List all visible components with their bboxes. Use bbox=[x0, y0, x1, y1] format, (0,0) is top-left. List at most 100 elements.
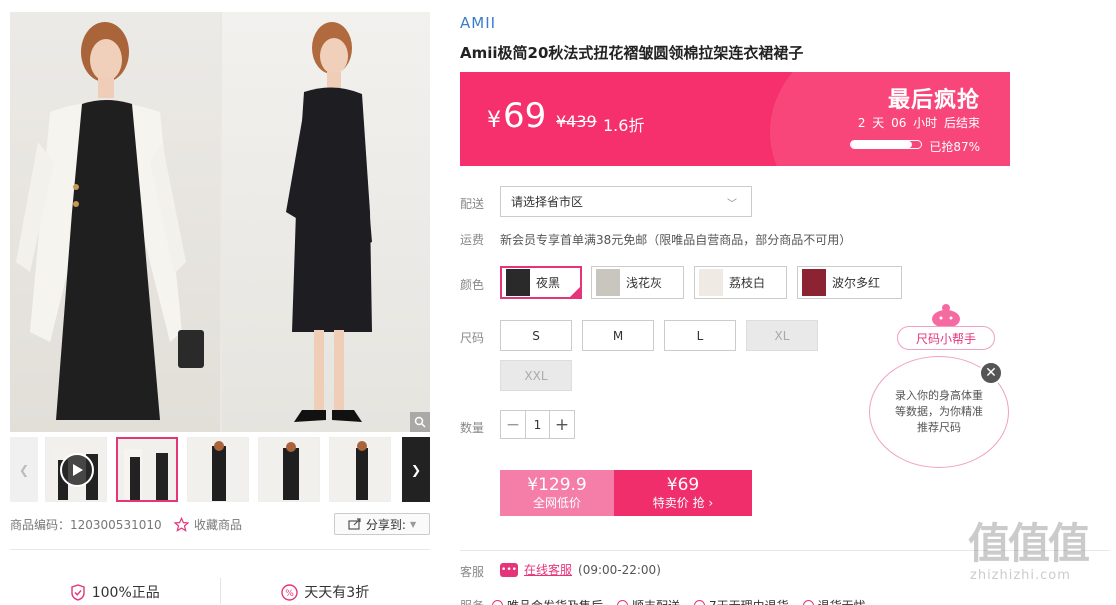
favorite-button[interactable]: 收藏商品 bbox=[174, 512, 242, 536]
quantity-stepper: − 1 + bbox=[500, 410, 575, 439]
shield-check-icon bbox=[71, 583, 85, 601]
region-select[interactable]: 请选择省市区 ﹀ bbox=[500, 186, 752, 217]
quantity-increase-button[interactable]: + bbox=[550, 411, 574, 438]
chevron-right-icon: ❯ bbox=[410, 462, 422, 477]
selected-check-icon bbox=[569, 286, 581, 298]
check-circle-icon bbox=[694, 600, 706, 605]
play-video-icon[interactable] bbox=[60, 453, 94, 487]
thumbnail-item[interactable] bbox=[116, 437, 178, 502]
zoom-icon[interactable] bbox=[410, 412, 430, 432]
size-helper-text: 录入你的身高体重等数据，为你精准推荐尺码 bbox=[895, 389, 983, 434]
color-swatch bbox=[596, 269, 620, 296]
product-photo-blazer-look bbox=[10, 12, 220, 432]
thumbnail-item[interactable] bbox=[187, 437, 249, 502]
size-option-s[interactable]: S bbox=[500, 320, 572, 351]
size-helper-tag[interactable]: 尺码小帮手 bbox=[897, 326, 995, 350]
guarantee-item: 7天无理由退货 bbox=[694, 597, 789, 605]
site-watermark: 值值值 zhizhizhi.com bbox=[968, 520, 1108, 600]
customer-service-row: ••• 在线客服 (09:00-22:00) bbox=[500, 561, 661, 578]
check-circle-icon bbox=[802, 600, 814, 605]
region-select-value: 请选择省市区 bbox=[511, 195, 584, 209]
watermark-logo: 值值值 bbox=[968, 519, 1090, 568]
badge-discount-label: 天天有3折 bbox=[304, 585, 370, 601]
service-hours: (09:00-22:00) bbox=[578, 562, 661, 577]
sale-price-value: 69 bbox=[503, 96, 547, 136]
check-circle-icon bbox=[492, 600, 503, 605]
product-photo-side-look bbox=[222, 12, 430, 432]
delivery-label: 配送 bbox=[460, 197, 485, 211]
svg-text:%: % bbox=[286, 589, 295, 599]
color-swatch bbox=[699, 269, 723, 296]
check-circle-icon bbox=[617, 600, 629, 605]
badge-genuine: 100%正品 bbox=[10, 578, 220, 605]
divider bbox=[10, 549, 430, 550]
color-option-bordeaux-red[interactable]: 波尔多红 bbox=[797, 266, 902, 299]
product-meta-row: 商品编码：120300531010 收藏商品 分享到: ▼ bbox=[10, 512, 430, 536]
size-option-m[interactable]: M bbox=[582, 320, 654, 351]
flash-sale-banner: ¥ 69 ¥439 1.6折 最后疯抢 2 天 06 小时 后结束 已抢87% bbox=[460, 72, 1010, 166]
helper-mascot-icon bbox=[932, 304, 960, 327]
thumbnail-item[interactable] bbox=[258, 437, 320, 502]
thumbnail-next-button[interactable]: ❯ bbox=[402, 437, 430, 502]
badge-discount: % 天天有3折 bbox=[221, 578, 431, 605]
thumbnail-video[interactable] bbox=[45, 437, 107, 502]
badge-genuine-label: 100%正品 bbox=[91, 585, 160, 601]
countdown-timer: 2 天 06 小时 后结束 bbox=[857, 116, 980, 130]
sku-code: 商品编码：120300531010 bbox=[10, 517, 162, 532]
buy-now-price: ¥69 bbox=[666, 475, 700, 495]
thumbnail-strip: ❮ ❯ bbox=[10, 437, 430, 502]
chat-icon: ••• bbox=[500, 562, 518, 577]
color-option-lychee-white[interactable]: 荔枝白 bbox=[694, 266, 787, 299]
brand-link[interactable]: AMII bbox=[460, 14, 496, 32]
flash-sale-title: 最后疯抢 bbox=[887, 88, 980, 113]
thumbnail-item[interactable] bbox=[329, 437, 391, 502]
thumbnail-prev-button[interactable]: ❮ bbox=[10, 437, 38, 502]
service-label: 客服 bbox=[460, 565, 485, 579]
watermark-site: zhizhizhi.com bbox=[970, 568, 1071, 583]
star-icon bbox=[174, 516, 189, 532]
sold-percent: 已抢87% bbox=[929, 140, 980, 154]
service-guarantees: 唯品会发货及售后 顺丰配送 7天无理由退货 退货无忧 bbox=[492, 597, 866, 605]
color-label: 颜色 bbox=[460, 278, 485, 292]
product-title: Amii极简20秋法式扭花褶皱圆领棉拉架连衣裙裙子 bbox=[460, 44, 804, 62]
color-option-label: 浅花灰 bbox=[626, 276, 663, 290]
share-icon bbox=[348, 518, 361, 530]
guarantee-item: 唯品会发货及售后 bbox=[492, 597, 603, 605]
size-option-l[interactable]: L bbox=[664, 320, 736, 351]
original-price: ¥439 bbox=[556, 112, 597, 131]
shipping-label: 运费 bbox=[460, 233, 485, 247]
shipping-info: 新会员专享首单满38元免邮（限唯品自营商品，部分商品不可用） bbox=[500, 233, 852, 247]
close-icon[interactable]: ✕ bbox=[979, 361, 1003, 385]
service-guarantee-label: 服务 bbox=[460, 597, 484, 605]
color-swatch bbox=[802, 269, 826, 296]
share-dropdown[interactable]: 分享到: ▼ bbox=[334, 513, 430, 535]
size-label: 尺码 bbox=[460, 331, 485, 345]
all-web-price-label: 全网低价 bbox=[532, 496, 581, 510]
sold-progress-fill bbox=[851, 141, 912, 148]
discount-rate: 1.6折 bbox=[603, 116, 645, 135]
all-web-lowest-price: ¥129.9 全网低价 bbox=[500, 470, 614, 516]
color-option-light-gray[interactable]: 浅花灰 bbox=[591, 266, 684, 299]
caret-down-icon: ▼ bbox=[409, 519, 417, 529]
buy-now-button[interactable]: ¥69 特卖价 抢 › bbox=[614, 470, 752, 516]
chevron-down-icon: ﹀ bbox=[727, 199, 737, 210]
color-option-label: 波尔多红 bbox=[832, 276, 881, 290]
share-label: 分享到: bbox=[365, 517, 406, 532]
sale-price: ¥ 69 bbox=[487, 96, 546, 136]
all-web-price: ¥129.9 bbox=[527, 475, 587, 495]
size-option-xxl: XXL bbox=[500, 360, 572, 391]
quantity-decrease-button[interactable]: − bbox=[501, 411, 525, 438]
sold-progress-bar bbox=[850, 140, 922, 149]
size-option-xl: XL bbox=[746, 320, 818, 351]
quantity-input[interactable]: 1 bbox=[525, 411, 550, 438]
chevron-left-icon: ❮ bbox=[18, 462, 30, 477]
color-option-label: 荔枝白 bbox=[729, 276, 766, 290]
product-image-gallery[interactable] bbox=[10, 12, 430, 432]
color-swatch bbox=[506, 269, 530, 296]
quantity-label: 数量 bbox=[460, 421, 485, 435]
trust-badges: 100%正品 % 天天有3折 bbox=[10, 578, 430, 605]
favorite-label: 收藏商品 bbox=[194, 517, 243, 532]
color-option-night-black[interactable]: 夜黑 bbox=[500, 266, 582, 299]
color-option-label: 夜黑 bbox=[536, 276, 561, 290]
online-service-link[interactable]: 在线客服 bbox=[524, 561, 572, 578]
